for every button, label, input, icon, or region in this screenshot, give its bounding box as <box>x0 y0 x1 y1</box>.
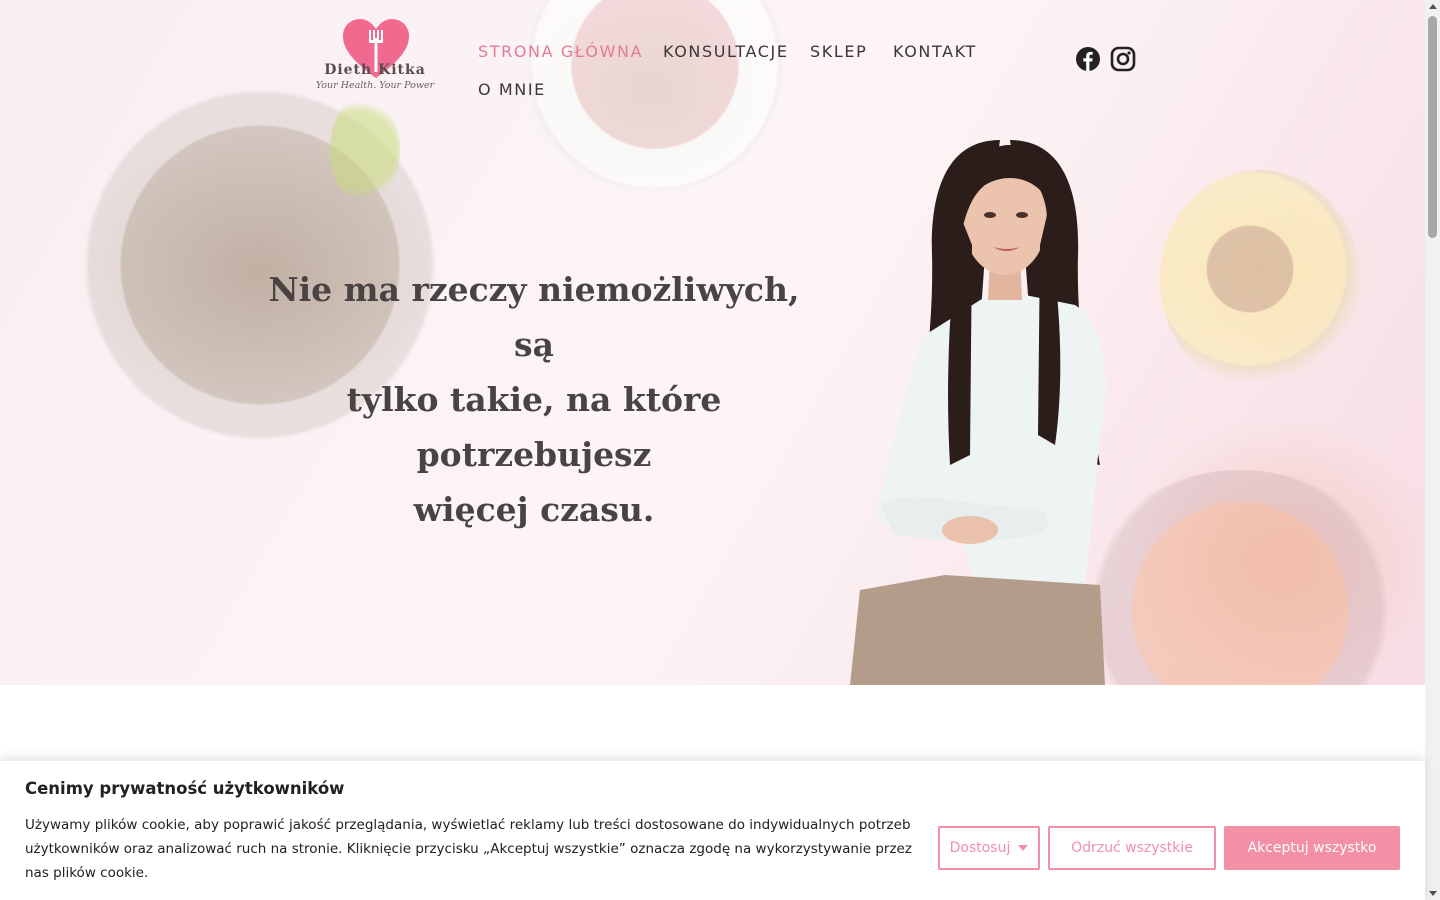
nav-item-home[interactable]: STRONA GŁÓWNA <box>478 42 643 61</box>
scroll-thumb[interactable] <box>1428 16 1437 238</box>
customize-button[interactable]: Dostosuj <box>938 826 1040 870</box>
headline-line: Nie ma rzeczy niemożliwych, są <box>268 270 800 364</box>
avocado-image <box>1160 170 1360 390</box>
scroll-up-arrow-icon[interactable] <box>1429 4 1437 9</box>
nav-item-consultations[interactable]: KONSULTACJE <box>663 42 789 61</box>
cookie-title: Cenimy prywatność użytkowników <box>25 779 345 798</box>
food-bowl-image <box>520 0 790 190</box>
logo-name: Dieth Kitka <box>324 62 426 78</box>
logo-tagline: Your Health. Your Power <box>315 80 435 91</box>
headline-line: tylko takie, na które potrzebujesz <box>346 380 722 474</box>
nav-item-about[interactable]: O MNIE <box>478 80 546 99</box>
dietitian-portrait <box>850 140 1106 685</box>
page-scrollbar[interactable] <box>1425 0 1440 900</box>
site-logo[interactable]: Dieth Kitka Your Health. Your Power <box>308 18 442 100</box>
caret-down-icon <box>1018 845 1029 851</box>
instagram-icon[interactable] <box>1110 46 1136 72</box>
scroll-down-arrow-icon[interactable] <box>1429 891 1437 896</box>
cookie-consent-banner: Cenimy prywatność użytkowników Używamy p… <box>0 760 1425 900</box>
headline-line: więcej czasu. <box>413 490 655 529</box>
accept-all-button[interactable]: Akceptuj wszystko <box>1224 826 1400 870</box>
nav-item-contact[interactable]: KONTAKT <box>893 42 977 61</box>
customize-button-label: Dostosuj <box>949 840 1011 856</box>
nav-item-shop[interactable]: SKLEP <box>810 42 867 61</box>
lime-image <box>330 95 400 205</box>
facebook-icon[interactable] <box>1075 46 1101 72</box>
hero-headline: Nie ma rzeczy niemożliwych, są tylko tak… <box>254 262 814 537</box>
reject-all-button[interactable]: Odrzuć wszystkie <box>1048 826 1216 870</box>
cookie-description: Używamy plików cookie, aby poprawić jako… <box>25 817 912 881</box>
